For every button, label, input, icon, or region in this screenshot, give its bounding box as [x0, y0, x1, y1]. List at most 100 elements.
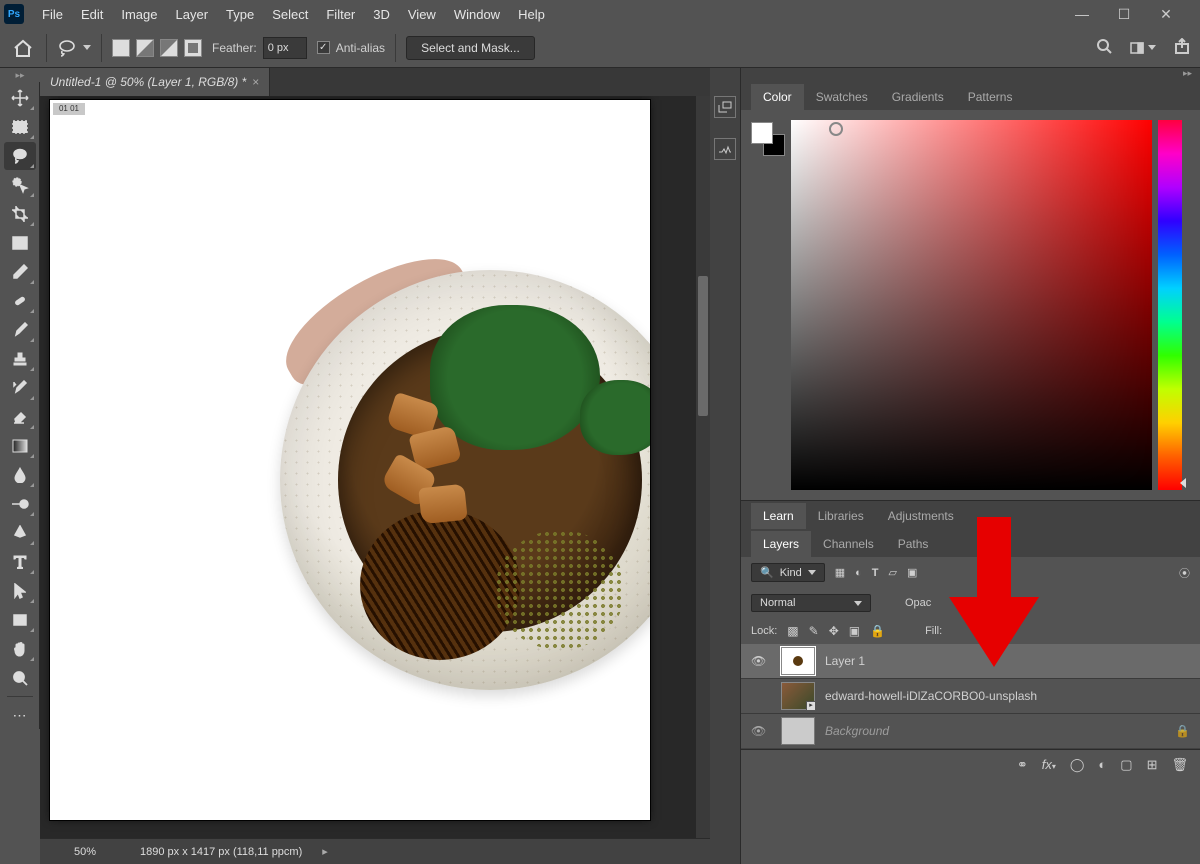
maximize-button[interactable]: ☐ [1112, 6, 1136, 23]
menu-filter[interactable]: Filter [318, 3, 363, 26]
eraser-tool[interactable] [4, 403, 36, 431]
layer-item-1[interactable]: 👁 Layer 1 [741, 644, 1200, 679]
zoom-field[interactable]: 50% [50, 846, 120, 858]
collapsed-panel-icon-1[interactable] [714, 96, 736, 118]
blur-tool[interactable] [4, 461, 36, 489]
toolbar-handle[interactable]: ▸▸ [0, 68, 40, 82]
lock-all-icon[interactable]: 🔒 [870, 624, 885, 638]
healing-tool[interactable] [4, 287, 36, 315]
menu-3d[interactable]: 3D [365, 3, 398, 26]
shape-tool[interactable] [4, 606, 36, 634]
tab-paths[interactable]: Paths [886, 531, 941, 557]
delete-layer-icon[interactable]: 🗑 [1171, 757, 1188, 773]
close-tab-icon[interactable]: × [252, 75, 259, 89]
stamp-tool[interactable] [4, 345, 36, 373]
lock-position-icon[interactable]: ✥ [829, 624, 839, 638]
menu-layer[interactable]: Layer [168, 3, 217, 26]
tool-preset[interactable] [57, 39, 91, 57]
tab-gradients[interactable]: Gradients [880, 84, 956, 110]
quick-select-tool[interactable] [4, 171, 36, 199]
filter-toggle[interactable]: ⦿ [1179, 565, 1190, 581]
tab-learn[interactable]: Learn [751, 503, 806, 529]
history-brush-tool[interactable] [4, 374, 36, 402]
blend-mode-select[interactable]: Normal [751, 594, 871, 612]
crop-tool[interactable] [4, 200, 36, 228]
layer-filter-kind[interactable]: 🔍Kind [751, 563, 825, 582]
path-select-tool[interactable] [4, 577, 36, 605]
collapsed-panel-icon-2[interactable] [714, 138, 736, 160]
tab-layers[interactable]: Layers [751, 531, 811, 557]
lock-image-icon[interactable]: ✎ [809, 624, 819, 638]
filter-pixel-icon[interactable]: ▦ [835, 566, 845, 579]
sel-subtract[interactable] [160, 39, 178, 57]
layer-item-3[interactable]: 👁 Background 🔒 [741, 714, 1200, 749]
new-group-icon[interactable]: ▢ [1120, 757, 1132, 773]
layer-fx-icon[interactable]: fx▾ [1042, 757, 1056, 772]
layer-thumb[interactable] [781, 717, 815, 745]
move-tool[interactable] [4, 84, 36, 112]
visibility-toggle[interactable]: 👁 [751, 654, 771, 668]
canvas[interactable]: 01 01 [50, 100, 650, 820]
menu-window[interactable]: Window [446, 3, 508, 26]
select-and-mask-button[interactable]: Select and Mask... [406, 36, 535, 60]
fg-bg-swatches[interactable] [751, 122, 785, 156]
layer-name[interactable]: edward-howell-iDlZaCORBO0-unsplash [825, 689, 1037, 703]
sel-intersect[interactable] [184, 39, 202, 57]
edit-toolbar[interactable]: ⋯ [4, 701, 36, 729]
type-tool[interactable] [4, 548, 36, 576]
filter-adjust-icon[interactable]: ◐ [855, 567, 862, 579]
minimize-button[interactable]: — [1070, 6, 1094, 23]
layer-thumb[interactable] [781, 647, 815, 675]
sel-new[interactable] [112, 39, 130, 57]
sel-add[interactable] [136, 39, 154, 57]
layer-thumb[interactable]: ▸ [781, 682, 815, 710]
gradient-tool[interactable] [4, 432, 36, 460]
workspace-switcher[interactable] [1130, 41, 1156, 55]
dodge-tool[interactable] [4, 490, 36, 518]
feather-input[interactable] [263, 37, 307, 59]
home-button[interactable] [10, 36, 36, 60]
filter-smart-icon[interactable]: ▣ [907, 566, 917, 579]
search-icon[interactable] [1096, 38, 1112, 57]
menu-file[interactable]: File [34, 3, 71, 26]
tab-adjustments[interactable]: Adjustments [876, 503, 966, 529]
filter-type-icon[interactable]: T [872, 567, 879, 579]
new-adjustment-icon[interactable]: ◐ [1098, 757, 1106, 772]
lock-transparency-icon[interactable]: ▩ [787, 624, 798, 638]
foreground-color[interactable] [751, 122, 773, 144]
pen-tool[interactable] [4, 519, 36, 547]
menu-type[interactable]: Type [218, 3, 262, 26]
marquee-tool[interactable] [4, 113, 36, 141]
frame-tool[interactable] [4, 229, 36, 257]
filter-shape-icon[interactable]: ▱ [889, 566, 897, 579]
menu-help[interactable]: Help [510, 3, 553, 26]
zoom-tool[interactable] [4, 664, 36, 692]
antialias-checkbox[interactable]: ✓ Anti-alias [317, 41, 385, 55]
tab-libraries[interactable]: Libraries [806, 503, 876, 529]
visibility-toggle[interactable]: 👁 [751, 724, 771, 738]
canvas-scrollbar[interactable] [696, 96, 710, 838]
lasso-tool[interactable] [4, 142, 36, 170]
tab-color[interactable]: Color [751, 84, 804, 110]
menu-select[interactable]: Select [264, 3, 316, 26]
fill-value[interactable]: 0% [980, 625, 996, 637]
link-layers-icon[interactable]: ⚭ [1017, 757, 1028, 773]
color-field[interactable] [791, 120, 1152, 490]
brush-tool[interactable] [4, 316, 36, 344]
menu-image[interactable]: Image [113, 3, 165, 26]
layer-name[interactable]: Background [825, 724, 889, 738]
panel-collapse-handle[interactable]: ▸▸ [741, 68, 1200, 82]
layer-name[interactable]: Layer 1 [825, 654, 865, 668]
tab-channels[interactable]: Channels [811, 531, 886, 557]
close-button[interactable]: ✕ [1154, 6, 1178, 23]
tab-swatches[interactable]: Swatches [804, 84, 880, 110]
canvas-viewport[interactable]: 01 01 [40, 96, 710, 838]
lock-artboard-icon[interactable]: ▣ [849, 624, 860, 638]
status-menu-arrow[interactable]: ▸ [322, 845, 328, 858]
menu-view[interactable]: View [400, 3, 444, 26]
menu-edit[interactable]: Edit [73, 3, 111, 26]
eyedropper-tool[interactable] [4, 258, 36, 286]
hand-tool[interactable] [4, 635, 36, 663]
new-layer-icon[interactable]: ⊞ [1147, 757, 1158, 773]
layer-item-2[interactable]: ▸ edward-howell-iDlZaCORBO0-unsplash [741, 679, 1200, 714]
